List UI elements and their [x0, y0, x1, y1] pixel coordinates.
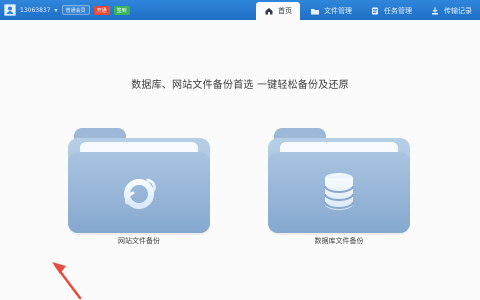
tab-transfer-records[interactable]: 传输记录 — [422, 2, 480, 20]
avatar[interactable] — [4, 4, 16, 16]
database-backup-label: 数据库文件备份 — [314, 237, 364, 245]
upgrade-badge[interactable]: 开通 — [93, 5, 110, 15]
tab-task-management-label: 任务管理 — [384, 7, 412, 15]
tab-file-management[interactable]: 文件管理 — [302, 2, 360, 20]
tagline: 数据库、网站文件备份首选 一键轻松备份及还原 — [131, 80, 349, 91]
tab-task-management[interactable]: 任务管理 — [362, 2, 420, 20]
database-icon — [319, 170, 359, 220]
tab-transfer-records-label: 传输记录 — [444, 7, 472, 15]
database-backup-card[interactable]: 数据库文件备份 — [268, 128, 410, 245]
tab-file-management-label: 文件管理 — [324, 7, 352, 15]
top-bar: 13063837 ▾ 普通会员 开通 签到 首页 文件管理 任务管理 传输记录 — [0, 0, 480, 20]
website-backup-card[interactable]: 网站文件备份 — [68, 128, 210, 245]
user-name: 13063837 — [20, 6, 51, 14]
task-icon — [370, 6, 380, 16]
folder-icon — [310, 6, 320, 16]
tab-home[interactable]: 首页 — [256, 2, 300, 20]
chevron-down-icon[interactable]: ▾ — [55, 7, 58, 14]
main-nav: 首页 文件管理 任务管理 传输记录 — [256, 0, 480, 20]
home-icon — [264, 6, 274, 16]
checkin-badge[interactable]: 签到 — [113, 5, 130, 15]
member-level: 普通会员 — [61, 5, 90, 15]
browser-e-icon — [117, 170, 161, 218]
website-backup-label: 网站文件备份 — [118, 237, 160, 245]
tab-home-label: 首页 — [278, 7, 292, 15]
user-box[interactable]: 13063837 ▾ 普通会员 开通 签到 — [4, 4, 130, 16]
transfer-icon — [430, 6, 440, 16]
